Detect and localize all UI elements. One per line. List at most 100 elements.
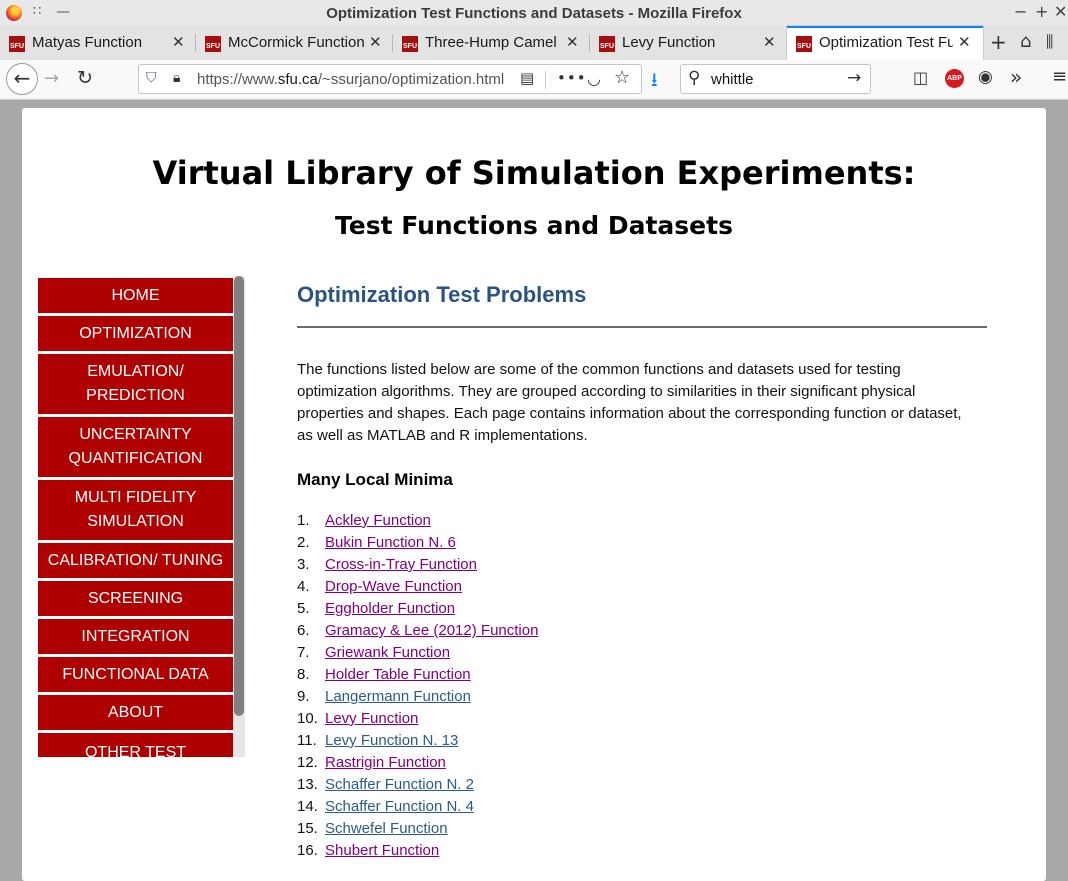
function-link[interactable]: Drop-Wave Function: [325, 576, 462, 598]
function-link[interactable]: Rastrigin Function: [325, 752, 446, 774]
subsection-heading: Many Local Minima: [297, 470, 453, 489]
menu-item-multi-fidelity[interactable]: MULTI FIDELITY SIMULATION: [38, 480, 233, 540]
side-menu-scrollbar[interactable]: [233, 276, 245, 757]
library-icon[interactable]: ⫼: [1046, 32, 1053, 52]
list-item: 1. Ackley Function: [297, 510, 987, 532]
function-link[interactable]: Gramacy & Lee (2012) Function: [325, 620, 538, 642]
tab-label: Three-Hump Camel: [425, 34, 557, 51]
hamburger-menu-icon[interactable]: ≡: [1052, 66, 1067, 87]
web-page: Virtual Library of Simulation Experiment…: [22, 108, 1046, 881]
sfu-favicon-icon: SFU: [9, 36, 25, 52]
reload-icon[interactable]: ↻: [77, 67, 93, 89]
list-item: 6. Gramacy & Lee (2012) Function: [297, 620, 987, 642]
forward-icon[interactable]: →: [44, 68, 59, 89]
list-item: 9. Langermann Function: [297, 686, 987, 708]
list-item: 10. Levy Function: [297, 708, 987, 730]
lock-icon[interactable]: 🔒︎: [173, 70, 180, 86]
list-item: 14. Schaffer Function N. 4: [297, 796, 987, 818]
close-tab-icon[interactable]: ✕: [369, 33, 382, 51]
download-icon[interactable]: ⭳: [651, 66, 658, 98]
close-tab-icon[interactable]: ✕: [763, 33, 776, 51]
list-item: 8. Holder Table Function: [297, 664, 987, 686]
search-go-icon[interactable]: →: [847, 68, 861, 88]
page-actions-icon[interactable]: •••: [557, 69, 587, 87]
list-item: 3. Cross-in-Tray Function: [297, 554, 987, 576]
home-icon[interactable]: ⌂: [1020, 31, 1031, 52]
menu-item-screening[interactable]: SCREENING: [38, 581, 233, 616]
menu-item-other-test[interactable]: OTHER TEST: [38, 733, 233, 757]
intro-paragraph: The functions listed below are some of t…: [297, 361, 962, 444]
tab-label: Matyas Function: [32, 34, 143, 51]
minimize-icon[interactable]: −: [1014, 2, 1027, 21]
main-content: Optimization Test Problems The functions…: [297, 278, 987, 862]
close-tab-icon[interactable]: ✕: [958, 33, 971, 51]
function-link[interactable]: Schaffer Function N. 4: [325, 796, 474, 818]
overflow-chevron-icon[interactable]: »: [1010, 65, 1022, 89]
bookmark-star-icon[interactable]: ☆: [614, 67, 630, 88]
section-title: Optimization Test Problems: [297, 282, 587, 307]
scrollbar-thumb[interactable]: [234, 276, 244, 716]
tab-mccormick-function[interactable]: SFU McCormick Function ✕: [196, 26, 393, 60]
function-link[interactable]: Langermann Function: [325, 686, 471, 708]
window-titlebar: ∷ — Optimization Test Functions and Data…: [0, 0, 1068, 26]
sfu-favicon-icon: SFU: [205, 36, 221, 52]
tab-matyas-function[interactable]: SFU Matyas Function ✕: [0, 26, 196, 60]
sidebar-toggle-icon[interactable]: ◫: [913, 68, 928, 87]
page-subtitle: Test Functions and Datasets: [335, 211, 733, 240]
tab-label: Levy Function: [622, 34, 716, 51]
function-link[interactable]: Shubert Function: [325, 840, 439, 862]
maximize-icon[interactable]: +: [1035, 2, 1048, 21]
function-link[interactable]: Levy Function N. 13: [325, 730, 458, 752]
sfu-favicon-icon: SFU: [599, 36, 615, 52]
reader-view-icon[interactable]: ▤: [520, 69, 534, 87]
function-list: 1. Ackley Function 2. Bukin Function N. 6 …: [297, 510, 987, 862]
sfu-favicon-icon: SFU: [796, 36, 812, 52]
adblock-icon[interactable]: ABP: [945, 69, 964, 88]
menu-item-integration[interactable]: INTEGRATION: [38, 619, 233, 654]
menu-item-home[interactable]: HOME: [38, 278, 233, 313]
list-item: 5. Eggholder Function: [297, 598, 987, 620]
menu-item-uncertainty[interactable]: UNCERTAINTY QUANTIFICATION: [38, 417, 233, 477]
tracking-protection-icon[interactable]: ⛉: [146, 70, 157, 86]
list-item: 4. Drop-Wave Function: [297, 576, 987, 598]
navigation-toolbar: ← → ↻ ⛉ 🔒︎ https://www.sfu.ca/~ssurjano/…: [0, 60, 1068, 100]
list-item: 12. Rastrigin Function: [297, 752, 987, 774]
search-icon[interactable]: ⚲: [688, 68, 700, 88]
menu-item-calibration[interactable]: CALIBRATION/ TUNING: [38, 543, 233, 578]
window-title: Optimization Test Functions and Datasets…: [326, 5, 742, 22]
function-link[interactable]: Schwefel Function: [325, 818, 448, 840]
close-window-icon[interactable]: ✕: [1054, 2, 1067, 21]
account-icon[interactable]: ◉: [978, 67, 993, 87]
list-item: 2. Bukin Function N. 6: [297, 532, 987, 554]
url-text[interactable]: https://www.sfu.ca/~ssurjano/optimizatio…: [197, 71, 504, 88]
search-input[interactable]: whittle: [711, 71, 754, 88]
pocket-icon[interactable]: ◡: [587, 69, 601, 88]
side-menu: HOME OPTIMIZATION EMULATION/ PREDICTION …: [38, 278, 233, 757]
function-link[interactable]: Schaffer Function N. 2: [325, 774, 474, 796]
close-tab-icon[interactable]: ✕: [566, 33, 579, 51]
back-icon[interactable]: ←: [6, 63, 38, 95]
menu-item-emulation[interactable]: EMULATION/ PREDICTION: [38, 354, 233, 414]
tab-optimization-test[interactable]: SFU Optimization Test Fu ✕: [787, 26, 983, 60]
url-bar[interactable]: ⛉ 🔒︎ https://www.sfu.ca/~ssurjano/optimi…: [138, 64, 642, 94]
function-link[interactable]: Eggholder Function: [325, 598, 455, 620]
function-link[interactable]: Ackley Function: [325, 510, 431, 532]
tab-label: McCormick Function: [228, 34, 365, 51]
tab-levy-function[interactable]: SFU Levy Function ✕: [590, 26, 787, 60]
list-item: 15. Schwefel Function: [297, 818, 987, 840]
search-bar[interactable]: ⚲ whittle →: [680, 64, 871, 94]
menu-item-optimization[interactable]: OPTIMIZATION: [38, 316, 233, 351]
function-link[interactable]: Griewank Function: [325, 642, 450, 664]
menu-item-about[interactable]: ABOUT: [38, 695, 233, 730]
function-link[interactable]: Levy Function: [325, 708, 418, 730]
divider: [297, 326, 987, 328]
menu-item-functional-data[interactable]: FUNCTIONAL DATA: [38, 657, 233, 692]
function-link[interactable]: Bukin Function N. 6: [325, 532, 456, 554]
tab-three-hump-camel[interactable]: SFU Three-Hump Camel ✕: [393, 26, 590, 60]
close-tab-icon[interactable]: ✕: [172, 33, 185, 51]
list-item: 16. Shubert Function: [297, 840, 987, 862]
function-link[interactable]: Holder Table Function: [325, 664, 471, 686]
function-link[interactable]: Cross-in-Tray Function: [325, 554, 477, 576]
new-tab-icon[interactable]: +: [990, 30, 1007, 54]
list-item: 11. Levy Function N. 13: [297, 730, 987, 752]
